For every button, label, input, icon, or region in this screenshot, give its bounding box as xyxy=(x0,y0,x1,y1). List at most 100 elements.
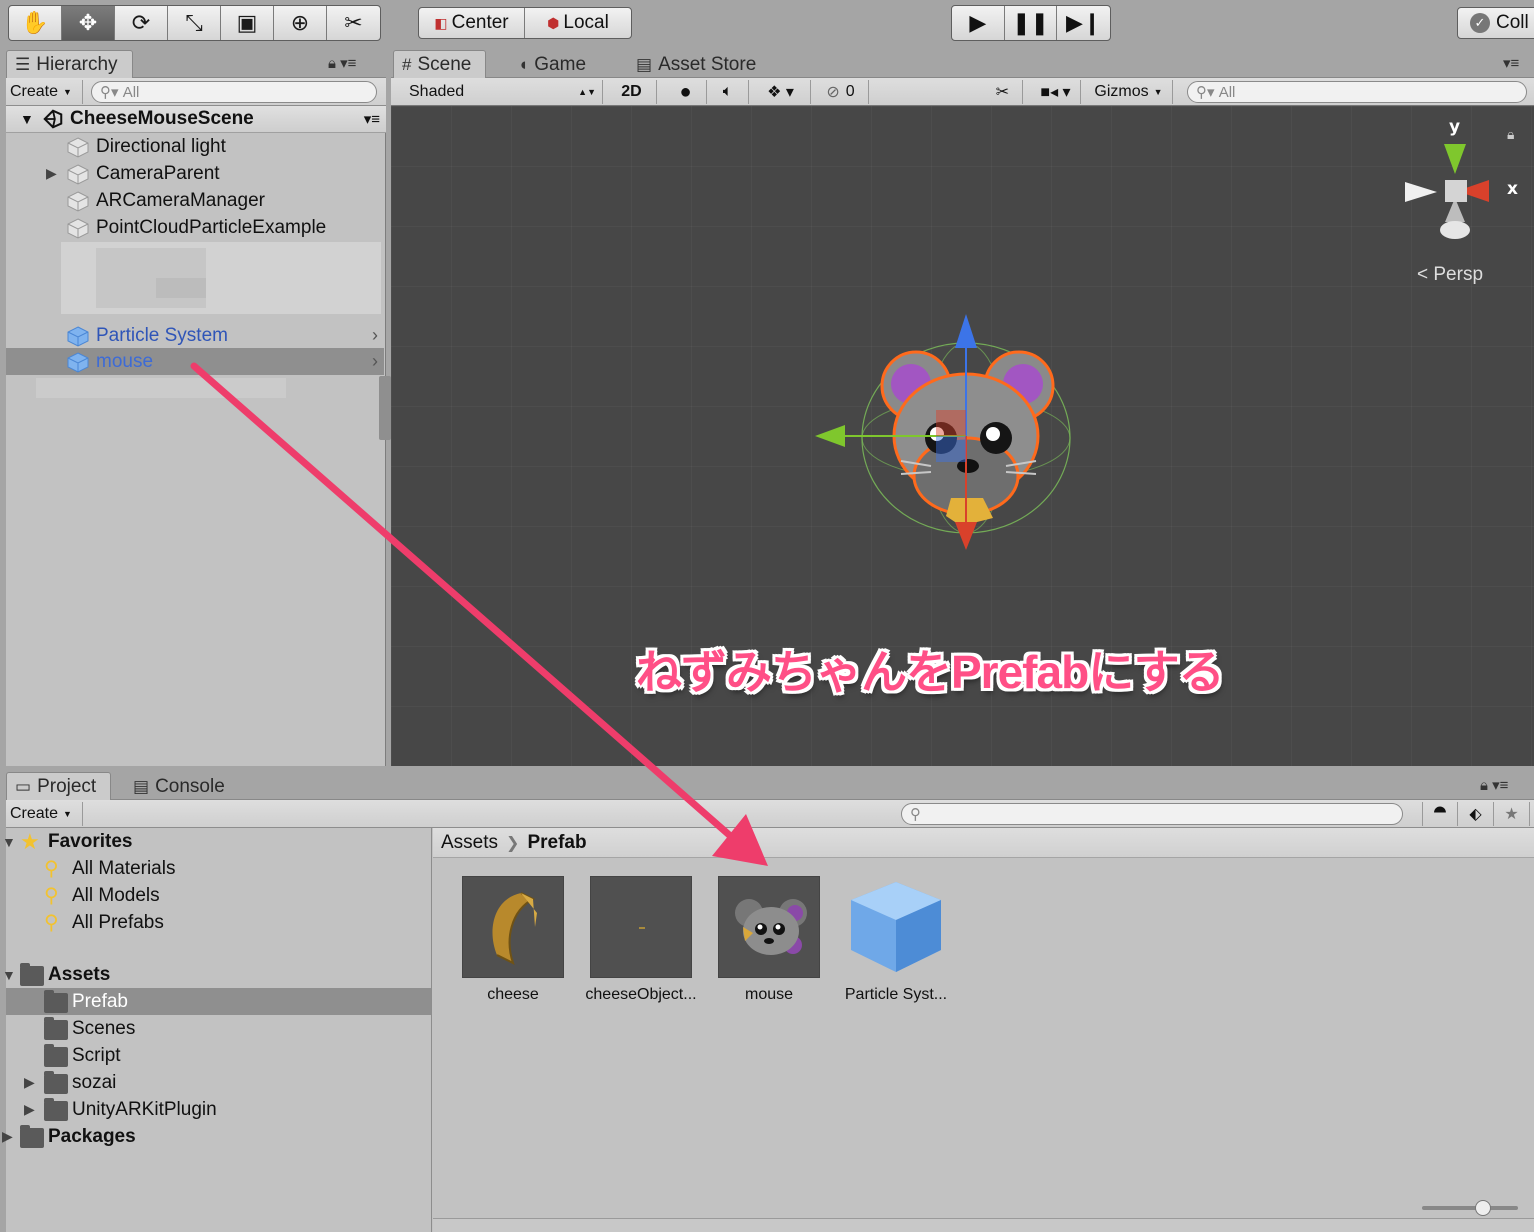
folder-item[interactable]: Script xyxy=(6,1042,431,1069)
shading-mode-label: Shaded xyxy=(409,83,465,100)
axis-neg-x-cone xyxy=(1405,182,1437,202)
hierarchy-item[interactable]: PointCloudParticleExample xyxy=(6,214,384,241)
folder-item[interactable]: Scenes xyxy=(6,1015,431,1042)
toggle-2d-label: 2D xyxy=(621,83,642,100)
folder-item[interactable]: ▶ sozai xyxy=(6,1069,431,1096)
expand-right-icon[interactable]: ▶ xyxy=(46,165,57,182)
scene-tools-button[interactable]: ✂ xyxy=(983,80,1023,104)
expand-down-icon[interactable]: ▼ xyxy=(20,111,42,127)
hierarchy-item-mouse[interactable]: mouse › xyxy=(6,348,384,375)
layers-icon: ❖ ▾ xyxy=(767,84,794,101)
collab-button[interactable]: ✓ Coll xyxy=(1457,7,1534,39)
hierarchy-item-particle-system[interactable]: Particle System › xyxy=(6,322,384,349)
project-create-button[interactable]: Create ▼ xyxy=(6,802,83,826)
move-tool-button[interactable]: ✥ xyxy=(62,6,115,40)
scene-panel: # Scene ◖ Game ▤ Asset Store ▾≡ Shaded ▲… xyxy=(391,48,1534,766)
scale-tool-button[interactable]: ⤡ xyxy=(168,6,221,40)
asset-thumbnail xyxy=(462,876,564,978)
project-search-input[interactable]: ⚲ xyxy=(901,803,1403,825)
tab-asset-store[interactable]: ▤ Asset Store xyxy=(627,50,771,78)
scene-viewport[interactable]: y x 🔒︎ < Persp ねずみちゃんをPrefabにする xyxy=(391,106,1534,766)
asset-tile[interactable]: mouse xyxy=(704,876,834,1004)
lock-icon[interactable]: 🔒︎ ▾≡ xyxy=(328,54,356,72)
hidden-objects-toggle[interactable]: ⊘ 0 xyxy=(813,80,869,104)
hierarchy-search-input[interactable]: ⚲▾ All xyxy=(91,81,377,103)
chevron-right-icon[interactable]: › xyxy=(372,325,378,346)
project-menu-icon[interactable]: 🔒︎ ▾≡ xyxy=(1480,776,1508,794)
pivot-center-button[interactable]: ◧ Center xyxy=(419,8,525,38)
scene-menu-icon[interactable]: ▾≡ xyxy=(1503,54,1519,72)
hierarchy-create-button[interactable]: Create ▼ xyxy=(6,80,83,104)
scene-menu-icon[interactable]: ▾≡ xyxy=(364,110,380,128)
asset-tile[interactable]: cheeseObject... xyxy=(576,876,706,1004)
favorite-item[interactable]: ⚲ All Materials xyxy=(6,855,431,882)
favorite-item[interactable]: ⚲ All Models xyxy=(6,882,431,909)
breadcrumb-root[interactable]: Assets xyxy=(441,832,498,854)
folder-icon xyxy=(44,990,68,1013)
collab-label: Coll xyxy=(1496,12,1529,33)
effects-dropdown[interactable]: ❖ ▾ xyxy=(751,80,811,104)
pivot-center-icon: ◧ xyxy=(434,14,448,31)
viewport-lock-icon[interactable]: 🔒︎ xyxy=(1507,126,1514,143)
scene-search-input[interactable]: ⚲▾ All xyxy=(1187,81,1527,103)
view-orientation-gizmo[interactable]: y x xyxy=(1401,112,1521,242)
custom-tool-button[interactable]: ✂ xyxy=(327,6,380,40)
step-button[interactable]: ▶❙ xyxy=(1057,6,1110,40)
expand-right-icon[interactable]: ▶ xyxy=(2,1128,13,1145)
tab-scene-label: Scene xyxy=(417,53,472,75)
tab-game-label: Game xyxy=(534,53,587,75)
gizmos-label: Gizmos xyxy=(1094,83,1149,100)
thumbnail-size-slider-handle[interactable] xyxy=(1475,1200,1491,1216)
hierarchy-item[interactable]: ARCameraManager xyxy=(6,187,384,214)
hierarchy-scrollbar[interactable] xyxy=(379,376,391,440)
folder-icon xyxy=(44,1071,68,1094)
expand-down-icon[interactable]: ▼ xyxy=(2,967,16,983)
tab-console[interactable]: ▤ Console xyxy=(124,772,240,800)
hierarchy-item[interactable]: ▶ CameraParent xyxy=(6,160,384,187)
pivot-local-button[interactable]: ⬢ Local xyxy=(525,8,631,38)
rotate-tool-button[interactable]: ⟳ xyxy=(115,6,168,40)
filter-label-button[interactable]: ⬖ xyxy=(1458,802,1494,826)
favorites-star-button[interactable]: ★ xyxy=(1494,802,1530,826)
scene-root-row[interactable]: ▼ CheeseMouseScene ▾≡ xyxy=(6,106,386,133)
asset-tile[interactable]: cheese xyxy=(448,876,578,1004)
projection-label[interactable]: < Persp xyxy=(1417,264,1483,286)
rect-tool-button[interactable]: ▣ xyxy=(221,6,274,40)
favorites-row[interactable]: ▼ ★ Favorites xyxy=(2,828,431,855)
projection-label-text: Persp xyxy=(1433,264,1484,285)
lighting-toggle[interactable]: ● xyxy=(665,80,707,104)
transform-tool-button[interactable]: ⊕ xyxy=(274,6,327,40)
hierarchy-item[interactable]: Directional light xyxy=(6,133,384,160)
mouse-icon xyxy=(735,899,807,955)
expand-right-icon[interactable]: ▶ xyxy=(24,1101,35,1118)
mouse-model-with-gizmo[interactable] xyxy=(801,286,1081,566)
hand-tool-button[interactable]: ✋ xyxy=(9,6,62,40)
audio-toggle[interactable]: 🔈︎ xyxy=(707,80,749,104)
toggle-2d-button[interactable]: 2D xyxy=(607,80,657,104)
packages-root-row[interactable]: ▶ Packages xyxy=(2,1123,431,1150)
tab-project[interactable]: ▭ Project xyxy=(6,772,112,800)
tab-game[interactable]: ◖ Game xyxy=(509,50,601,78)
project-panel: ▭ Project ▤ Console 🔒︎ ▾≡ Create ▼ ⚲ ⯊ ⬖ … xyxy=(2,770,1534,1232)
favorite-item[interactable]: ⚲ All Prefabs xyxy=(6,909,431,936)
camera-dropdown[interactable]: ■◂ ▾ xyxy=(1031,80,1081,104)
expand-right-icon[interactable]: ▶ xyxy=(24,1074,35,1091)
filter-type-button[interactable]: ⯊ xyxy=(1422,802,1458,826)
breadcrumb-current[interactable]: Prefab xyxy=(527,832,586,854)
gizmos-dropdown[interactable]: Gizmos ▼ xyxy=(1085,80,1173,104)
hierarchy-search-placeholder: All xyxy=(122,83,140,101)
folder-item-prefab[interactable]: Prefab xyxy=(6,988,431,1015)
pause-button[interactable]: ❚❚ xyxy=(1005,6,1058,40)
play-button[interactable]: ▶ xyxy=(952,6,1005,40)
shading-mode-dropdown[interactable]: Shaded ▲▼ xyxy=(391,80,603,104)
assets-root-row[interactable]: ▼ Assets xyxy=(2,961,431,988)
chevron-right-icon[interactable]: › xyxy=(372,351,378,372)
scene-name: CheeseMouseScene xyxy=(70,108,254,129)
expand-down-icon[interactable]: ▼ xyxy=(2,834,16,850)
tab-hierarchy[interactable]: ☰ Hierarchy xyxy=(6,50,133,78)
thumbnail-size-slider[interactable] xyxy=(1422,1206,1518,1210)
folder-item[interactable]: ▶ UnityARKitPlugin xyxy=(6,1096,431,1123)
tab-scene[interactable]: # Scene xyxy=(393,50,487,78)
asset-tile[interactable]: Particle Syst... xyxy=(831,876,961,1004)
move-icon: ✥ xyxy=(78,10,98,35)
